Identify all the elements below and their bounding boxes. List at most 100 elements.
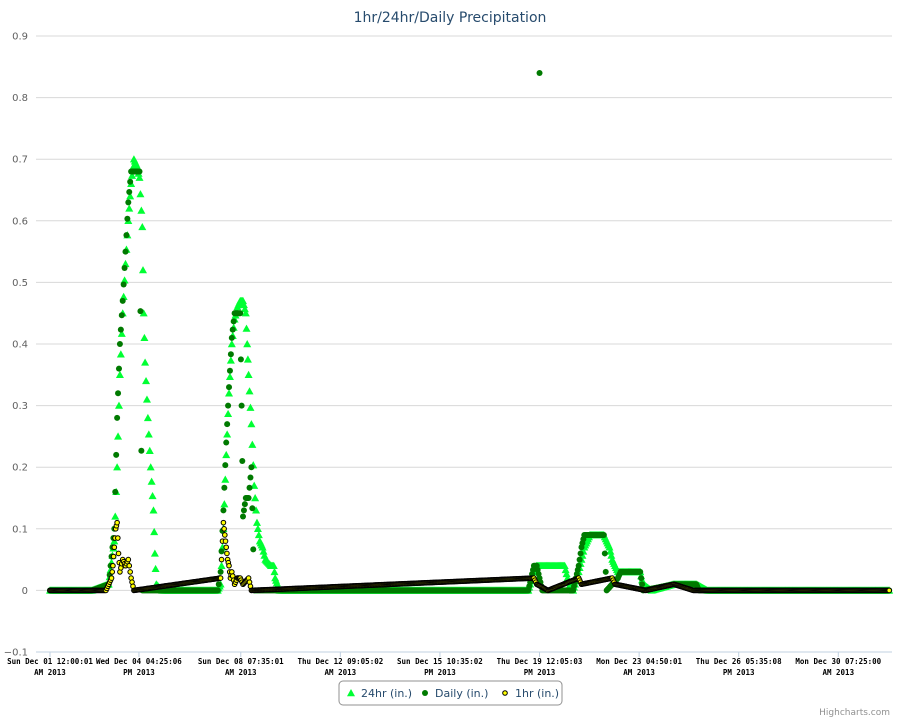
x-tick-label-line2: PM 2013	[123, 668, 155, 677]
y-tick-label: 0.8	[12, 93, 28, 104]
data-point	[110, 553, 117, 560]
data-point	[220, 507, 227, 514]
legend-label: 24hr (in.)	[361, 687, 412, 700]
data-point	[109, 569, 116, 575]
data-point	[124, 215, 131, 222]
x-tick-label-line2: AM 2013	[325, 668, 357, 677]
data-point	[115, 390, 122, 397]
data-point	[886, 587, 893, 594]
y-tick-label: 0.9	[12, 32, 28, 43]
data-point	[602, 568, 609, 575]
legend: 24hr (in.) Daily (in.) 1hr (in.)	[338, 680, 563, 706]
data-point	[221, 526, 227, 532]
data-point	[123, 232, 130, 239]
data-point	[127, 569, 133, 575]
x-tick-label: Mon Dec 23 04:50:01	[596, 657, 682, 666]
x-tick-label-line2: PM 2013	[723, 668, 755, 677]
data-point	[230, 318, 237, 325]
data-point	[637, 568, 644, 575]
credits-label[interactable]: Highcharts.com	[819, 708, 890, 718]
data-point	[217, 575, 224, 581]
data-point	[241, 501, 248, 508]
data-point	[113, 451, 120, 458]
data-point	[222, 538, 229, 544]
data-point	[138, 447, 145, 454]
data-point	[229, 326, 236, 333]
data-point	[600, 531, 607, 538]
x-tick-label-line2: AM 2013	[34, 668, 66, 677]
data-point	[115, 550, 122, 557]
x-tick-label-line2: PM 2013	[424, 668, 456, 677]
data-point	[237, 356, 244, 363]
y-tick-label: 0	[22, 586, 28, 597]
y-tick-label: 0.6	[12, 216, 28, 227]
x-tick-label-line2: AM 2013	[822, 668, 854, 677]
x-tick-label: Sun Dec 01 12:00:01	[7, 657, 93, 666]
precipitation-chart: 1hr/24hr/Daily Precipitation −0.1 0 0.1 0.2…	[0, 0, 900, 720]
data-point	[118, 312, 125, 319]
data-point	[217, 568, 224, 575]
data-point	[218, 556, 225, 563]
data-point	[137, 308, 144, 315]
data-point	[136, 168, 143, 175]
data-point	[247, 474, 254, 481]
data-point	[126, 189, 133, 196]
data-point	[577, 550, 584, 557]
legend-label: Daily (in.)	[435, 687, 488, 700]
x-tick-label: Wed Dec 04 04:25:06	[96, 657, 182, 666]
data-point	[215, 581, 222, 588]
y-tick-label: 0.4	[12, 340, 28, 351]
data-point	[126, 562, 133, 569]
data-point	[245, 495, 252, 501]
x-tick-label: Mon Dec 30 07:25:00	[795, 657, 881, 666]
legend-marker	[502, 690, 508, 696]
data-point	[220, 519, 227, 526]
x-tick-label: Sun Dec 08 07:35:01	[198, 657, 284, 666]
data-point-outlier	[536, 69, 543, 76]
data-point	[222, 462, 229, 469]
data-point	[223, 544, 230, 551]
data-point	[601, 550, 608, 557]
data-point	[223, 439, 230, 446]
data-point	[240, 507, 247, 514]
y-tick-label: 0.2	[12, 463, 28, 474]
x-tick-label: Sun Dec 15 10:35:02	[397, 657, 483, 666]
data-point	[639, 581, 646, 588]
x-tick-label: Thu Dec 19 12:05:03	[497, 657, 583, 666]
data-point	[119, 297, 126, 304]
data-point	[114, 519, 120, 526]
data-point	[228, 334, 235, 341]
data-point	[125, 199, 132, 206]
data-point	[222, 532, 228, 538]
data-point	[249, 505, 256, 512]
data-point	[246, 484, 253, 491]
data-point	[575, 562, 582, 569]
y-tick-label: 0.3	[12, 401, 28, 412]
data-point	[125, 556, 132, 563]
data-point	[112, 488, 119, 495]
x-tick-label-line2: AM 2013	[623, 668, 655, 677]
data-point	[225, 402, 232, 409]
data-point	[108, 575, 115, 581]
data-point	[115, 365, 122, 372]
y-tick-label: 0.5	[12, 278, 28, 289]
x-tick-label: Thu Dec 26 05:35:08	[696, 657, 782, 666]
data-point	[240, 513, 247, 520]
data-point	[248, 464, 255, 471]
data-point	[237, 310, 244, 317]
data-point	[239, 458, 246, 465]
legend-marker	[422, 690, 428, 696]
data-point	[218, 548, 225, 555]
data-point	[117, 326, 124, 333]
x-tick-label-line2: PM 2013	[524, 668, 556, 677]
data-point	[226, 384, 233, 391]
data-point	[111, 544, 118, 551]
y-tick-label: 0.7	[12, 155, 28, 166]
data-point	[226, 367, 233, 374]
chart-background	[0, 0, 900, 720]
data-point	[250, 546, 257, 553]
data-point	[110, 562, 116, 569]
data-point	[238, 402, 245, 409]
data-point	[116, 341, 123, 347]
y-tick-label: 0.1	[12, 524, 28, 535]
